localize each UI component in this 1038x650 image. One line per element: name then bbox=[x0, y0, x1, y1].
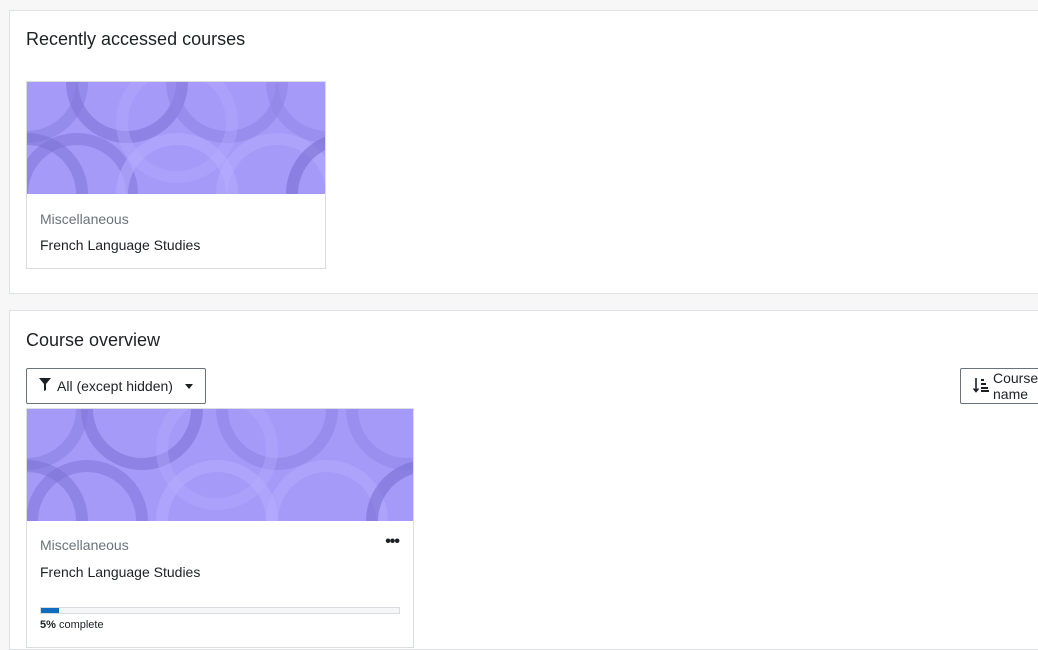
course-overview-block: Course overview All (except hidden) Cour… bbox=[9, 310, 1038, 650]
recently-accessed-courses-block: Recently accessed courses Miscellaneous … bbox=[9, 10, 1038, 294]
course-category: Miscellaneous bbox=[40, 211, 129, 227]
caret-down-icon bbox=[184, 383, 193, 389]
course-card[interactable]: Miscellaneous French Language Studies bbox=[26, 81, 326, 269]
progress-text: 5% complete bbox=[40, 619, 104, 631]
progress-bar-fill bbox=[41, 608, 59, 613]
course-name-link[interactable]: French Language Studies bbox=[40, 237, 200, 253]
sort-dropdown[interactable]: Course name bbox=[960, 368, 1038, 404]
progress-suffix: complete bbox=[55, 619, 104, 631]
sort-icon bbox=[972, 377, 989, 396]
course-pattern bbox=[27, 409, 413, 521]
course-category: Miscellaneous bbox=[40, 537, 129, 553]
progress-bar bbox=[40, 607, 400, 614]
course-pattern bbox=[27, 82, 325, 194]
course-image[interactable] bbox=[27, 82, 325, 194]
sort-label: Course name bbox=[993, 370, 1038, 402]
filter-icon bbox=[39, 378, 51, 394]
progress-value: 5% bbox=[40, 619, 56, 631]
course-image[interactable] bbox=[27, 409, 413, 521]
block-title: Course overview bbox=[26, 330, 161, 350]
course-name-link[interactable]: French Language Studies bbox=[40, 564, 200, 580]
grouping-filter-dropdown[interactable]: All (except hidden) bbox=[26, 368, 206, 404]
ellipsis-icon[interactable]: ••• bbox=[385, 534, 400, 550]
filter-label: All (except hidden) bbox=[57, 378, 173, 394]
course-card[interactable]: Miscellaneous ••• French Language Studie… bbox=[26, 408, 414, 648]
block-title: Recently accessed courses bbox=[26, 29, 246, 49]
